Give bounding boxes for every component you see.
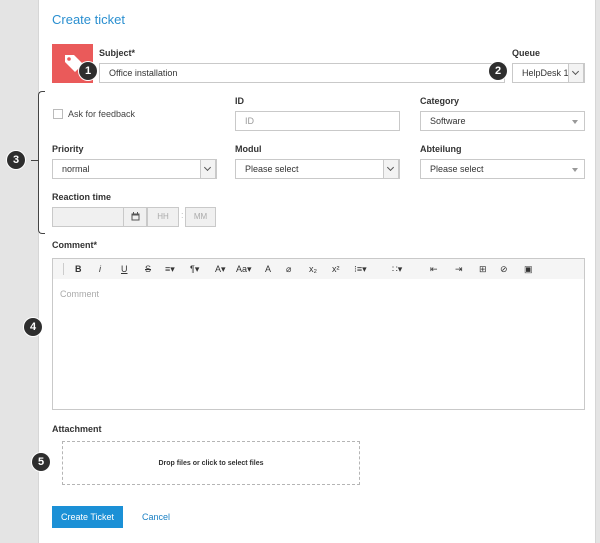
- reaction-date-input[interactable]: [52, 207, 124, 227]
- font-size-button[interactable]: Aa▾: [236, 263, 252, 275]
- create-ticket-button[interactable]: Create Ticket: [52, 506, 123, 528]
- caret-down-icon: [572, 168, 578, 172]
- priority-select[interactable]: normal: [52, 159, 217, 179]
- marker-4: 4: [24, 318, 42, 336]
- marker-3: 3: [7, 151, 25, 169]
- table-button[interactable]: ⊞: [479, 263, 487, 275]
- highlight-button[interactable]: A: [265, 263, 271, 275]
- modul-label: Modul: [235, 144, 262, 154]
- link-button[interactable]: ⊘: [500, 263, 508, 275]
- eraser-button[interactable]: ⌀: [286, 263, 291, 275]
- abteilung-label: Abteilung: [420, 144, 462, 154]
- modul-value: Please select: [245, 164, 299, 174]
- id-input[interactable]: ID: [235, 111, 400, 131]
- category-select[interactable]: Software: [420, 111, 585, 131]
- underline-button[interactable]: U: [121, 263, 128, 275]
- chevron-down-icon: [200, 159, 216, 179]
- reaction-time-label: Reaction time: [52, 192, 112, 202]
- editor-toolbar: B i U S ≡▾ ¶▾ A▾ Aa▾ A ⌀ x₂ x² ⁝≡▾ ∷▾ ⇤ …: [52, 258, 585, 280]
- image-button[interactable]: ▣: [524, 263, 533, 275]
- subject-label: Subject*: [99, 48, 136, 58]
- group-bracket-tick: [31, 160, 38, 161]
- outdent-button[interactable]: ⇤: [430, 263, 438, 275]
- queue-select[interactable]: HelpDesk 1: [512, 63, 585, 83]
- ordered-list-button[interactable]: ⁝≡▾: [354, 263, 367, 275]
- strikethrough-button[interactable]: S: [145, 263, 151, 275]
- priority-label: Priority: [52, 144, 84, 154]
- file-dropzone[interactable]: Drop files or click to select files: [62, 441, 360, 485]
- comment-label: Comment*: [52, 240, 98, 250]
- subject-value: Office installation: [109, 68, 178, 78]
- category-label: Category: [420, 96, 460, 106]
- group-bracket: [38, 91, 45, 234]
- paragraph-button[interactable]: ¶▾: [190, 263, 199, 275]
- subject-input[interactable]: Office installation: [99, 63, 505, 83]
- superscript-button[interactable]: x²: [332, 263, 340, 275]
- queue-label: Queue: [512, 48, 541, 58]
- marker-1: 1: [79, 62, 97, 80]
- abteilung-select[interactable]: Please select: [420, 159, 585, 179]
- italic-button[interactable]: i: [99, 263, 101, 275]
- abteilung-value: Please select: [430, 164, 484, 174]
- comment-editor[interactable]: Comment: [52, 279, 585, 410]
- id-label: ID: [235, 96, 244, 106]
- cancel-link[interactable]: Cancel: [142, 512, 170, 522]
- subscript-button[interactable]: x₂: [309, 263, 317, 275]
- bullet-list-button[interactable]: ∷▾: [392, 263, 402, 275]
- marker-2: 2: [489, 62, 507, 80]
- indent-button[interactable]: ⇥: [455, 263, 463, 275]
- align-button[interactable]: ≡▾: [165, 263, 175, 275]
- chevron-down-icon: [383, 159, 399, 179]
- page-title: Create ticket: [52, 12, 125, 27]
- comment-placeholder: Comment: [60, 289, 100, 299]
- category-value: Software: [430, 116, 466, 126]
- attachment-label: Attachment: [52, 424, 102, 434]
- time-separator: :: [181, 210, 184, 220]
- toolbar-divider: [63, 263, 64, 275]
- bold-button[interactable]: B: [75, 263, 82, 275]
- queue-value: HelpDesk 1: [522, 68, 569, 78]
- caret-down-icon: [572, 120, 578, 124]
- id-placeholder: ID: [245, 116, 254, 126]
- feedback-checkbox[interactable]: [53, 109, 63, 119]
- font-color-button[interactable]: A▾: [215, 263, 226, 275]
- feedback-label: Ask for feedback: [68, 109, 136, 119]
- chevron-down-icon: [568, 63, 584, 83]
- marker-5: 5: [32, 453, 50, 471]
- minute-input[interactable]: MM: [185, 207, 216, 227]
- calendar-icon[interactable]: [123, 207, 147, 227]
- hour-input[interactable]: HH: [147, 207, 179, 227]
- modul-select[interactable]: Please select: [235, 159, 400, 179]
- priority-value: normal: [62, 164, 90, 174]
